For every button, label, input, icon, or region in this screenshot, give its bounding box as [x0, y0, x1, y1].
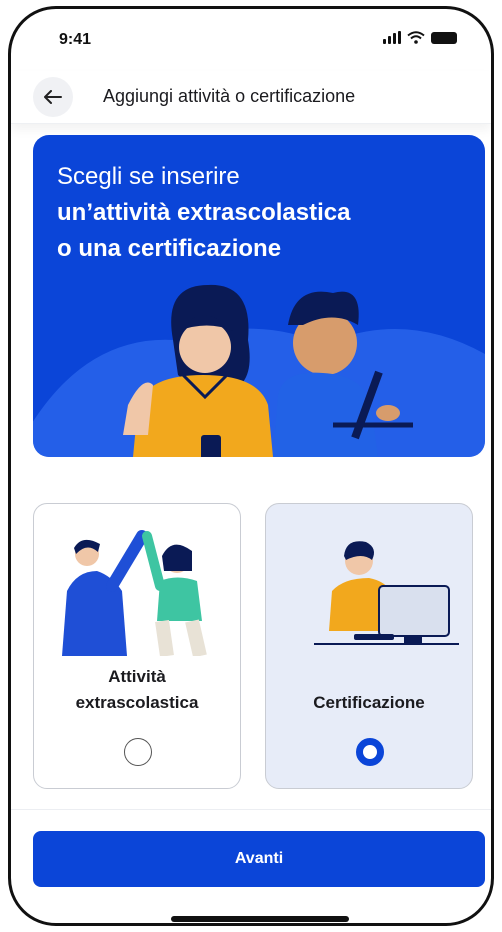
- arrow-left-icon: [44, 90, 62, 104]
- radio-attivita[interactable]: [124, 738, 152, 766]
- radio-certificazione[interactable]: [356, 738, 384, 766]
- option-card-certificazione[interactable]: Certificazione: [265, 503, 473, 789]
- option-label-attivita: Attività extrascolastica: [34, 664, 240, 716]
- wifi-icon: [407, 31, 425, 44]
- avanti-button[interactable]: Avanti: [33, 831, 485, 887]
- status-time: 9:41: [59, 31, 92, 48]
- home-indicator: [171, 916, 349, 922]
- footer-divider: [11, 809, 491, 810]
- header: Aggiungi attività o certificazione: [11, 71, 491, 124]
- page-title: Aggiungi attività o certificazione: [103, 86, 356, 106]
- phone-frame: 9:41 Aggiungi attività o certificazione …: [8, 6, 494, 926]
- option-cards: Attività extrascolastica Certificazione: [33, 503, 485, 793]
- status-bar: 9:41: [11, 9, 491, 69]
- battery-icon: [431, 31, 457, 44]
- status-icons: [383, 31, 457, 44]
- signal-icon: [383, 31, 401, 44]
- back-button[interactable]: [33, 77, 73, 117]
- computer-work-illustration: [314, 541, 459, 645]
- option-label-line-1: Attività: [108, 667, 166, 686]
- hero-banner: Scegli se inserire un’attività extrascol…: [33, 135, 485, 457]
- option-card-attivita[interactable]: Attività extrascolastica: [33, 503, 241, 789]
- option-label-line-2: extrascolastica: [75, 693, 199, 712]
- hero-illustration: [33, 284, 485, 457]
- option-label-certificazione: Certificazione: [313, 693, 425, 712]
- high-five-illustration: [62, 530, 207, 656]
